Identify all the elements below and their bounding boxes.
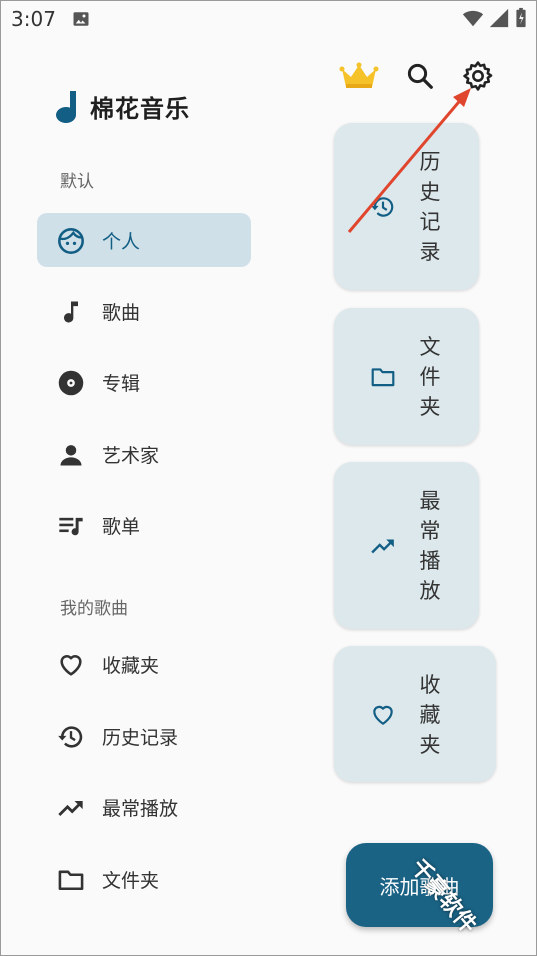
annotation-arrow — [347, 88, 471, 233]
app-screen: 3:07 棉花音乐 默认 个人 歌曲 专辑 艺术家 歌单 我的歌曲 收藏夹 历史… — [0, 0, 537, 956]
